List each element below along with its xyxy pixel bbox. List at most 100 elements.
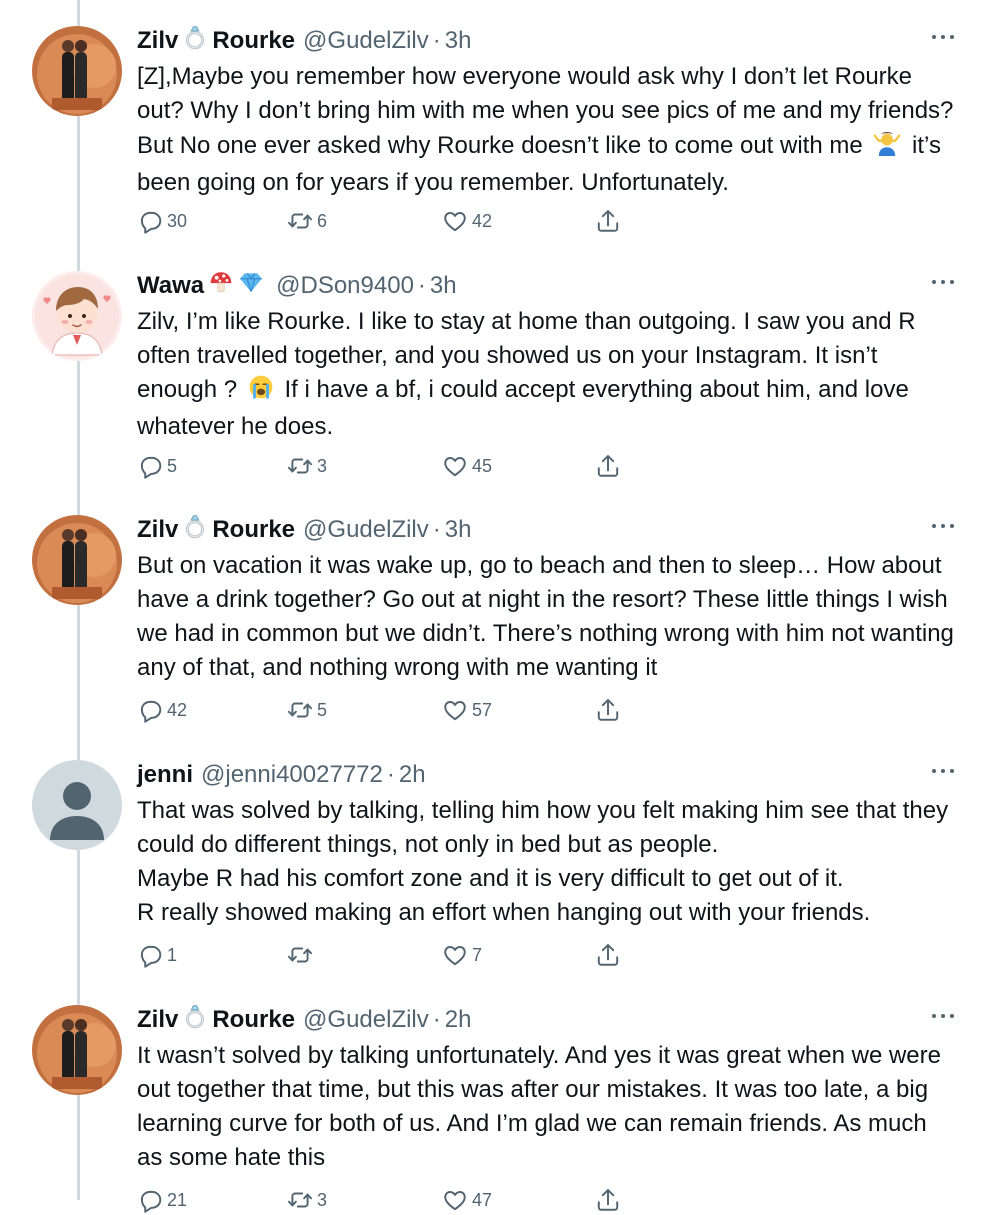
- share-button[interactable]: [595, 1185, 621, 1215]
- display-name[interactable]: Zilv: [137, 515, 178, 545]
- reply-icon: [137, 942, 163, 968]
- reply-icon: [137, 1187, 163, 1213]
- more-options-icon[interactable]: [932, 32, 956, 42]
- reply-button[interactable]: 1: [137, 940, 177, 970]
- like-count: 7: [472, 944, 483, 965]
- tweet-header: Zilv Rourke @GudelZilv · 3h: [137, 515, 471, 545]
- tweet-actions: 42 5 57: [137, 695, 637, 725]
- tweet[interactable]: Wawa @DSon9400 · 3h Zilv, I’m like Rourk…: [0, 271, 982, 481]
- avatar[interactable]: [32, 760, 122, 850]
- user-handle[interactable]: @GudelZilv: [303, 1005, 429, 1035]
- default-avatar-icon: [32, 760, 122, 850]
- more-options-icon[interactable]: [932, 521, 956, 531]
- tweet-header: Zilv Rourke @GudelZilv · 2h: [137, 1005, 471, 1035]
- user-handle[interactable]: @jenni40027772: [201, 760, 383, 790]
- timestamp[interactable]: 2h: [399, 760, 426, 790]
- reply-count: 1: [167, 944, 178, 965]
- tweet[interactable]: jenni @jenni40027772 · 2h That was solve…: [0, 760, 982, 970]
- heart-icon: [442, 697, 468, 723]
- user-handle[interactable]: @GudelZilv: [303, 26, 429, 56]
- tweet[interactable]: Zilv Rourke @GudelZilv · 2h It wasn’t so…: [0, 1005, 982, 1200]
- display-name[interactable]: Wawa: [137, 271, 204, 301]
- avatar[interactable]: [32, 26, 122, 116]
- avatar-image: [32, 26, 122, 116]
- like-button[interactable]: 45: [442, 451, 492, 481]
- share-button[interactable]: [595, 451, 621, 481]
- more-options-icon[interactable]: [932, 1011, 956, 1021]
- timestamp[interactable]: 2h: [445, 1005, 472, 1035]
- avatar-image: [32, 515, 122, 605]
- retweet-icon: [287, 697, 313, 723]
- retweet-icon: [287, 942, 313, 968]
- reply-count: 5: [167, 455, 178, 476]
- display-name[interactable]: jenni: [137, 760, 193, 790]
- avatar[interactable]: [32, 271, 122, 361]
- avatar[interactable]: [32, 515, 122, 605]
- tweet-actions: 30 6 42: [137, 206, 637, 236]
- avatar[interactable]: [32, 1005, 122, 1095]
- tweet[interactable]: Zilv Rourke @GudelZilv · 3h But on vacat…: [0, 515, 982, 725]
- share-icon: [595, 453, 621, 479]
- like-button[interactable]: 57: [442, 695, 492, 725]
- share-button[interactable]: [595, 206, 621, 236]
- tweet-header: jenni @jenni40027772 · 2h: [137, 760, 426, 790]
- person-shrugging-icon: [873, 128, 901, 166]
- tweet-text: That was solved by talking, telling him …: [137, 794, 957, 930]
- tweet-text: [Z],Maybe you remember how everyone woul…: [137, 60, 957, 200]
- display-name-suffix[interactable]: Rourke: [212, 1005, 295, 1035]
- more-options-icon[interactable]: [932, 766, 956, 776]
- retweet-button[interactable]: 3: [287, 451, 327, 481]
- gem-icon: [238, 269, 264, 303]
- heart-icon: [442, 453, 468, 479]
- tweet-text: It wasn’t solved by talking unfortunatel…: [137, 1042, 941, 1171]
- reply-button[interactable]: 30: [137, 206, 187, 236]
- tweet-text: But on vacation it was wake up, go to be…: [137, 552, 954, 681]
- retweet-button[interactable]: 5: [287, 695, 327, 725]
- separator-dot: ·: [417, 272, 426, 299]
- share-button[interactable]: [595, 695, 621, 725]
- tweet[interactable]: Zilv Rourke @GudelZilv · 3h [Z],Maybe yo…: [0, 26, 982, 236]
- like-button[interactable]: 47: [442, 1185, 492, 1215]
- reply-button[interactable]: 21: [137, 1185, 187, 1215]
- timestamp[interactable]: 3h: [430, 271, 457, 301]
- ring-icon: [182, 513, 208, 547]
- reply-button[interactable]: 5: [137, 451, 177, 481]
- display-name[interactable]: Zilv: [137, 1005, 178, 1035]
- avatar-image: [32, 271, 122, 361]
- like-count: 57: [472, 699, 493, 720]
- display-name[interactable]: Zilv: [137, 26, 178, 56]
- retweet-icon: [287, 1187, 313, 1213]
- display-name-suffix[interactable]: Rourke: [212, 515, 295, 545]
- ring-icon: [182, 1003, 208, 1037]
- reply-button[interactable]: 42: [137, 695, 187, 725]
- tweet-text-line: That was solved by talking, telling him …: [137, 797, 949, 858]
- retweet-button[interactable]: 6: [287, 206, 327, 236]
- share-icon: [595, 208, 621, 234]
- share-icon: [595, 697, 621, 723]
- like-button[interactable]: 42: [442, 206, 492, 236]
- like-button[interactable]: 7: [442, 940, 482, 970]
- reply-count: 21: [167, 1189, 188, 1210]
- ring-icon: [182, 24, 208, 58]
- timestamp[interactable]: 3h: [445, 26, 472, 56]
- reply-count: 30: [167, 210, 188, 231]
- share-button[interactable]: [595, 940, 621, 970]
- user-handle[interactable]: @DSon9400: [276, 271, 414, 301]
- tweet-actions: 21 3 47: [137, 1185, 637, 1215]
- tweet-header: Wawa @DSon9400 · 3h: [137, 271, 457, 301]
- avatar-image: [32, 1005, 122, 1095]
- separator-dot: ·: [432, 27, 441, 54]
- reply-icon: [137, 208, 163, 234]
- display-name-suffix[interactable]: Rourke: [212, 26, 295, 56]
- retweet-button[interactable]: 3: [287, 1185, 327, 1215]
- timestamp[interactable]: 3h: [445, 515, 472, 545]
- tweet-header: Zilv Rourke @GudelZilv · 3h: [137, 26, 471, 56]
- tweet-text-line: R really showed making an effort when ha…: [137, 899, 871, 926]
- more-options-icon[interactable]: [932, 277, 956, 287]
- tweet-actions: 1 7: [137, 940, 637, 970]
- user-handle[interactable]: @GudelZilv: [303, 515, 429, 545]
- retweet-button[interactable]: [287, 940, 317, 970]
- retweet-count: 5: [317, 699, 328, 720]
- share-icon: [595, 1187, 621, 1213]
- retweet-icon: [287, 453, 313, 479]
